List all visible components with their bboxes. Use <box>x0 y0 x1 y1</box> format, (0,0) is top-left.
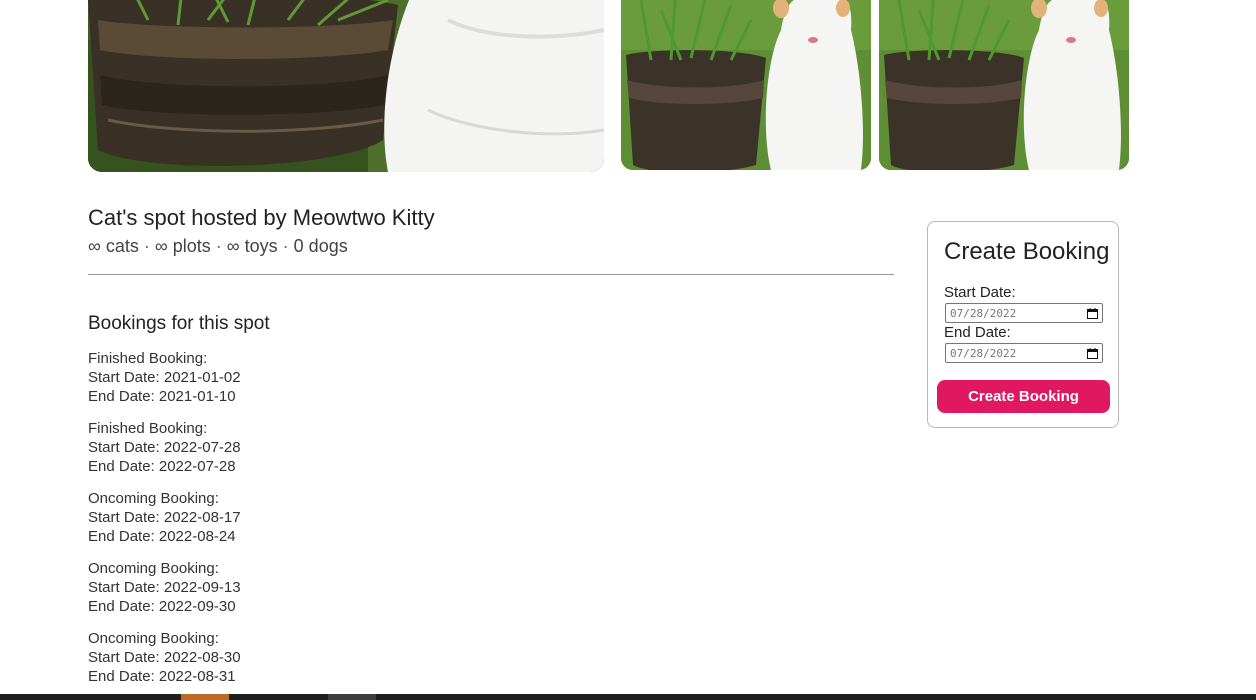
taskbar-app-button[interactable] <box>181 694 229 700</box>
stat-toys: ∞ toys <box>226 236 278 256</box>
cat-photo-image <box>879 0 1129 170</box>
booking-item: Oncoming Booking: Start Date: 2022-08-30… <box>88 629 241 686</box>
stat-separator: · <box>215 236 222 256</box>
bookings-heading: Bookings for this spot <box>88 313 270 334</box>
spot-photo-secondary <box>621 0 871 170</box>
bookings-list: Finished Booking: Start Date: 2021-01-02… <box>88 349 241 699</box>
booking-end-date: End Date: 2022-09-30 <box>88 598 236 615</box>
start-date-input[interactable]: 07/28/2022 <box>945 303 1103 323</box>
booking-item: Finished Booking: Start Date: 2022-07-28… <box>88 419 241 476</box>
booking-end-date: End Date: 2022-07-28 <box>88 458 236 475</box>
booking-status: Oncoming Booking: <box>88 630 219 647</box>
booking-item: Oncoming Booking: Start Date: 2022-08-17… <box>88 489 241 546</box>
cat-photo-image <box>621 0 871 170</box>
start-date-label: Start Date: <box>944 284 1016 301</box>
stat-dogs: 0 dogs <box>293 236 348 256</box>
create-booking-form: Create Booking Start Date: 07/28/2022 En… <box>927 221 1119 428</box>
spot-photo-main <box>88 0 604 172</box>
booking-status: Finished Booking: <box>88 350 208 367</box>
taskbar <box>0 694 1256 700</box>
booking-start-date: Start Date: 2022-08-17 <box>88 509 241 526</box>
booking-item: Oncoming Booking: Start Date: 2022-09-13… <box>88 559 241 616</box>
stat-plots: ∞ plots <box>154 236 211 256</box>
booking-status: Oncoming Booking: <box>88 560 219 577</box>
cat-photo-image <box>88 0 604 172</box>
taskbar-app-button[interactable] <box>328 694 376 700</box>
end-date-label: End Date: <box>944 324 1011 341</box>
booking-end-date: End Date: 2022-08-24 <box>88 528 236 545</box>
create-booking-button[interactable]: Create Booking <box>937 380 1110 413</box>
booking-status: Oncoming Booking: <box>88 490 219 507</box>
spot-photo-tertiary <box>879 0 1129 170</box>
stat-separator: · <box>282 236 289 256</box>
stat-separator: · <box>143 236 150 256</box>
booking-status: Finished Booking: <box>88 420 208 437</box>
create-booking-title: Create Booking <box>944 238 1110 265</box>
booking-start-date: Start Date: 2022-08-30 <box>88 649 241 666</box>
calendar-icon[interactable] <box>1087 347 1098 359</box>
end-date-value: 07/28/2022 <box>950 346 1017 360</box>
booking-start-date: Start Date: 2021-01-02 <box>88 369 241 386</box>
booking-start-date: Start Date: 2022-09-13 <box>88 579 241 596</box>
spot-stats: ∞ cats · ∞ plots · ∞ toys · 0 dogs <box>88 236 348 257</box>
booking-item: Finished Booking: Start Date: 2021-01-02… <box>88 349 241 406</box>
spot-title: Cat's spot hosted by Meowtwo Kitty <box>88 205 435 230</box>
end-date-input[interactable]: 07/28/2022 <box>945 343 1103 363</box>
start-date-value: 07/28/2022 <box>950 306 1017 320</box>
booking-end-date: End Date: 2022-08-31 <box>88 668 236 685</box>
calendar-icon[interactable] <box>1087 307 1098 319</box>
booking-start-date: Start Date: 2022-07-28 <box>88 439 241 456</box>
section-divider <box>88 274 894 275</box>
stat-cats: ∞ cats <box>88 236 139 256</box>
booking-end-date: End Date: 2021-01-10 <box>88 388 236 405</box>
